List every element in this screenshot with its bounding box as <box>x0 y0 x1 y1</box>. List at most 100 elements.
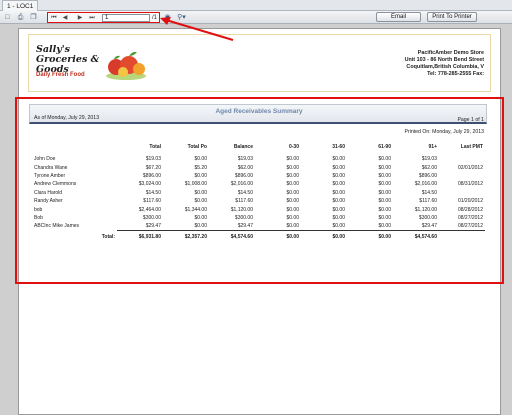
amount-cell: 08/28/2012 <box>457 206 483 213</box>
amount-cell: $62.00 <box>237 164 253 171</box>
totals-label: Total: <box>101 233 115 240</box>
customer-name-cell: Tyrone Amber <box>34 172 66 179</box>
amount-cell: $14.50 <box>237 189 253 196</box>
previous-page-icon[interactable]: ◀ <box>61 14 69 22</box>
amount-cell: $0.00 <box>332 164 345 171</box>
report-viewer[interactable]: Sally's Groceries & Goods Daily Fresh Fo… <box>0 24 512 415</box>
amount-cell: $0.00 <box>194 172 207 179</box>
amount-cell: $0.00 <box>378 156 391 163</box>
amount-cell: $300.00 <box>418 214 437 221</box>
amount-cell: $29.47 <box>145 223 161 230</box>
total-cell: $2,357.20 <box>163 230 209 243</box>
table-row: Clara Harold $14.50 $0.00 $14.50 $0.00 $0.00 $… <box>32 189 485 197</box>
store-address: PacificAmber Demo Store Unit 103 - 86 No… <box>405 50 484 78</box>
column-header: 91+ <box>428 144 437 150</box>
document-tab[interactable]: 1 - LOC1 <box>2 0 39 11</box>
amount-cell: $0.00 <box>286 198 299 205</box>
customer-name-cell: Bob <box>34 214 43 221</box>
amount-cell: $29.47 <box>237 223 253 230</box>
amount-cell: $0.00 <box>286 214 299 221</box>
amount-cell: $896.00 <box>142 172 161 179</box>
logo-tagline: Daily Fresh Food <box>36 72 85 78</box>
amount-cell: $0.00 <box>332 206 345 213</box>
table-row: ABCInc Mike James $29.47 $0.00 $29.47 $0.00 $… <box>32 222 485 230</box>
amount-cell: $29.47 <box>421 223 437 230</box>
amount-cell: $117.60 <box>419 198 437 205</box>
amount-cell: $2,016.00 <box>414 181 437 188</box>
store-line: Coquitlam,British Columbia, V <box>406 64 484 70</box>
table-row: Andrew Clemmons $3,024.00 $1,008.00 $2,016.… <box>32 180 485 188</box>
amount-cell: $0.00 <box>286 206 299 213</box>
amount-cell: 08/27/2012 <box>457 214 483 221</box>
amount-cell: $67.20 <box>145 164 161 171</box>
print-icon[interactable]: ⎙ <box>16 13 25 22</box>
amount-cell: $0.00 <box>286 164 299 171</box>
amount-cell <box>439 172 485 180</box>
amount-cell: $896.00 <box>418 172 437 179</box>
amount-cell: $0.00 <box>378 172 391 179</box>
amount-cell: $0.00 <box>286 156 299 163</box>
customer-name-cell: Clara Harold <box>34 189 63 196</box>
next-page-icon[interactable]: ▶ <box>76 14 84 22</box>
page-number-input[interactable]: 1 <box>102 14 150 22</box>
amount-cell: $62.00 <box>421 164 437 171</box>
print-to-printer-button[interactable]: Print To Printer <box>427 12 477 22</box>
amount-cell: $0.00 <box>332 214 345 221</box>
report-page: Sally's Groceries & Goods Daily Fresh Fo… <box>15 28 504 415</box>
amount-cell: $19.03 <box>421 156 437 163</box>
amount-cell: 08/27/2012 <box>457 223 483 230</box>
amount-cell: $0.00 <box>378 198 391 205</box>
amount-cell: $0.00 <box>332 198 345 205</box>
amount-cell: 08/31/2012 <box>457 181 483 188</box>
amount-cell: $3,024.00 <box>138 181 161 188</box>
table-row: bob $2,464.00 $1,344.00 $1,120.00 $0.00 $0.00… <box>32 205 485 213</box>
customer-name-cell: bob <box>34 206 43 213</box>
last-page-icon[interactable]: ⏭ <box>88 14 96 22</box>
copy-icon[interactable]: ❐ <box>29 13 38 22</box>
binoculars-icon[interactable]: ◉ <box>163 13 172 22</box>
page-indicator: Page 1 of 1 <box>457 117 484 123</box>
amount-cell: $0.00 <box>286 172 299 179</box>
printed-on-date: Printed On: Monday, July 29, 2013 <box>404 129 485 135</box>
table-row: John Doe $19.03 $0.00 $19.03 $0.00 $0.00 $0.00… <box>32 155 485 163</box>
store-logo: Sally's Groceries & Goods Daily Fresh Fo… <box>36 45 148 85</box>
export-icon[interactable]: □ <box>3 13 12 22</box>
amount-cell: $0.00 <box>194 156 207 163</box>
first-page-icon[interactable]: ⏮ <box>50 14 58 22</box>
total-cell: $4,574.60 <box>209 230 255 243</box>
fruit-basket-icon <box>106 51 146 80</box>
amount-cell: $0.00 <box>378 189 391 196</box>
customer-name-cell: ABCInc Mike James <box>34 223 80 230</box>
document-tab-bar: 1 - LOC1 <box>0 0 512 11</box>
amount-cell: $0.00 <box>378 214 391 221</box>
email-button[interactable]: Email <box>376 12 421 22</box>
column-header: Last PMT <box>460 144 483 150</box>
total-cell: $4,574.60 <box>393 230 439 243</box>
amount-cell: $5.20 <box>194 164 207 171</box>
zoom-icon[interactable]: ⚲▾ <box>175 13 188 22</box>
amount-cell: $0.00 <box>378 181 391 188</box>
page-navigation: ⏮ ◀ ▶ ⏭ 1 /1 <box>47 12 160 23</box>
amount-cell <box>439 155 485 163</box>
report-header: Sally's Groceries & Goods Daily Fresh Fo… <box>28 34 491 92</box>
logo-name: Sally's Groceries & Goods <box>36 44 100 75</box>
amount-cell: $14.50 <box>145 189 161 196</box>
amount-cell: $0.00 <box>194 198 207 205</box>
aged-receivables-section: Aged Receivables Summary As of Monday, J… <box>15 97 504 284</box>
amount-cell: $300.00 <box>142 214 161 221</box>
amount-cell: $0.00 <box>286 223 299 230</box>
store-line: Tel: 778-285-2555 Fax: <box>427 71 484 77</box>
amount-cell: $0.00 <box>332 223 345 230</box>
amount-cell: $117.60 <box>143 198 161 205</box>
column-header: Total Po <box>187 144 207 150</box>
amount-cell: $14.50 <box>421 189 437 196</box>
amount-cell: 01/20/2012 <box>457 198 483 205</box>
customer-name-cell: Chandra Wane <box>34 164 68 171</box>
page-total: /1 <box>152 15 158 21</box>
customer-name-cell: Randy Asher <box>34 198 63 205</box>
store-line: Unit 103 - 86 North Bend Street <box>404 57 484 63</box>
column-header <box>32 139 117 151</box>
amount-cell: $0.00 <box>332 189 345 196</box>
column-header: 61-90 <box>378 144 391 150</box>
amount-cell: $2,464.00 <box>138 206 161 213</box>
